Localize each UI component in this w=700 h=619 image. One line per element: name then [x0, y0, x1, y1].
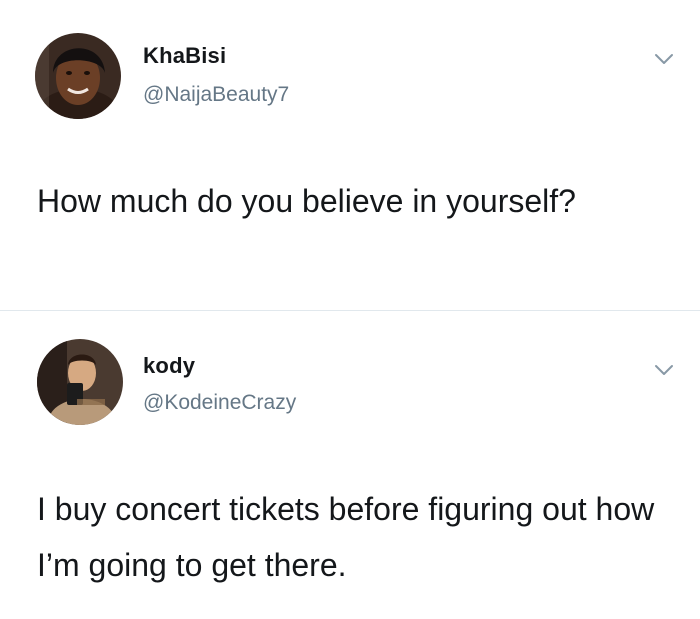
avatar[interactable]: [37, 339, 123, 425]
avatar-photo-icon: [37, 339, 123, 425]
chevron-down-icon[interactable]: [653, 363, 675, 377]
tweet-text: How much do you believe in yourself?: [37, 183, 576, 219]
tweet-card-reply[interactable]: kody @KodeineCrazy I buy concert tickets…: [0, 311, 700, 619]
avatar-photo-icon: [35, 33, 121, 119]
tweet-card-question[interactable]: KhaBisi @NaijaBeauty7 How much do you be…: [0, 0, 700, 311]
avatar[interactable]: [35, 33, 121, 119]
user-handle[interactable]: @NaijaBeauty7: [143, 83, 289, 107]
tweet-text: I buy concert tickets before figuring ou…: [37, 491, 655, 583]
display-name[interactable]: kody: [143, 353, 195, 379]
user-handle[interactable]: @KodeineCrazy: [143, 391, 296, 415]
chevron-down-icon[interactable]: [653, 52, 675, 66]
display-name[interactable]: KhaBisi: [143, 43, 226, 69]
